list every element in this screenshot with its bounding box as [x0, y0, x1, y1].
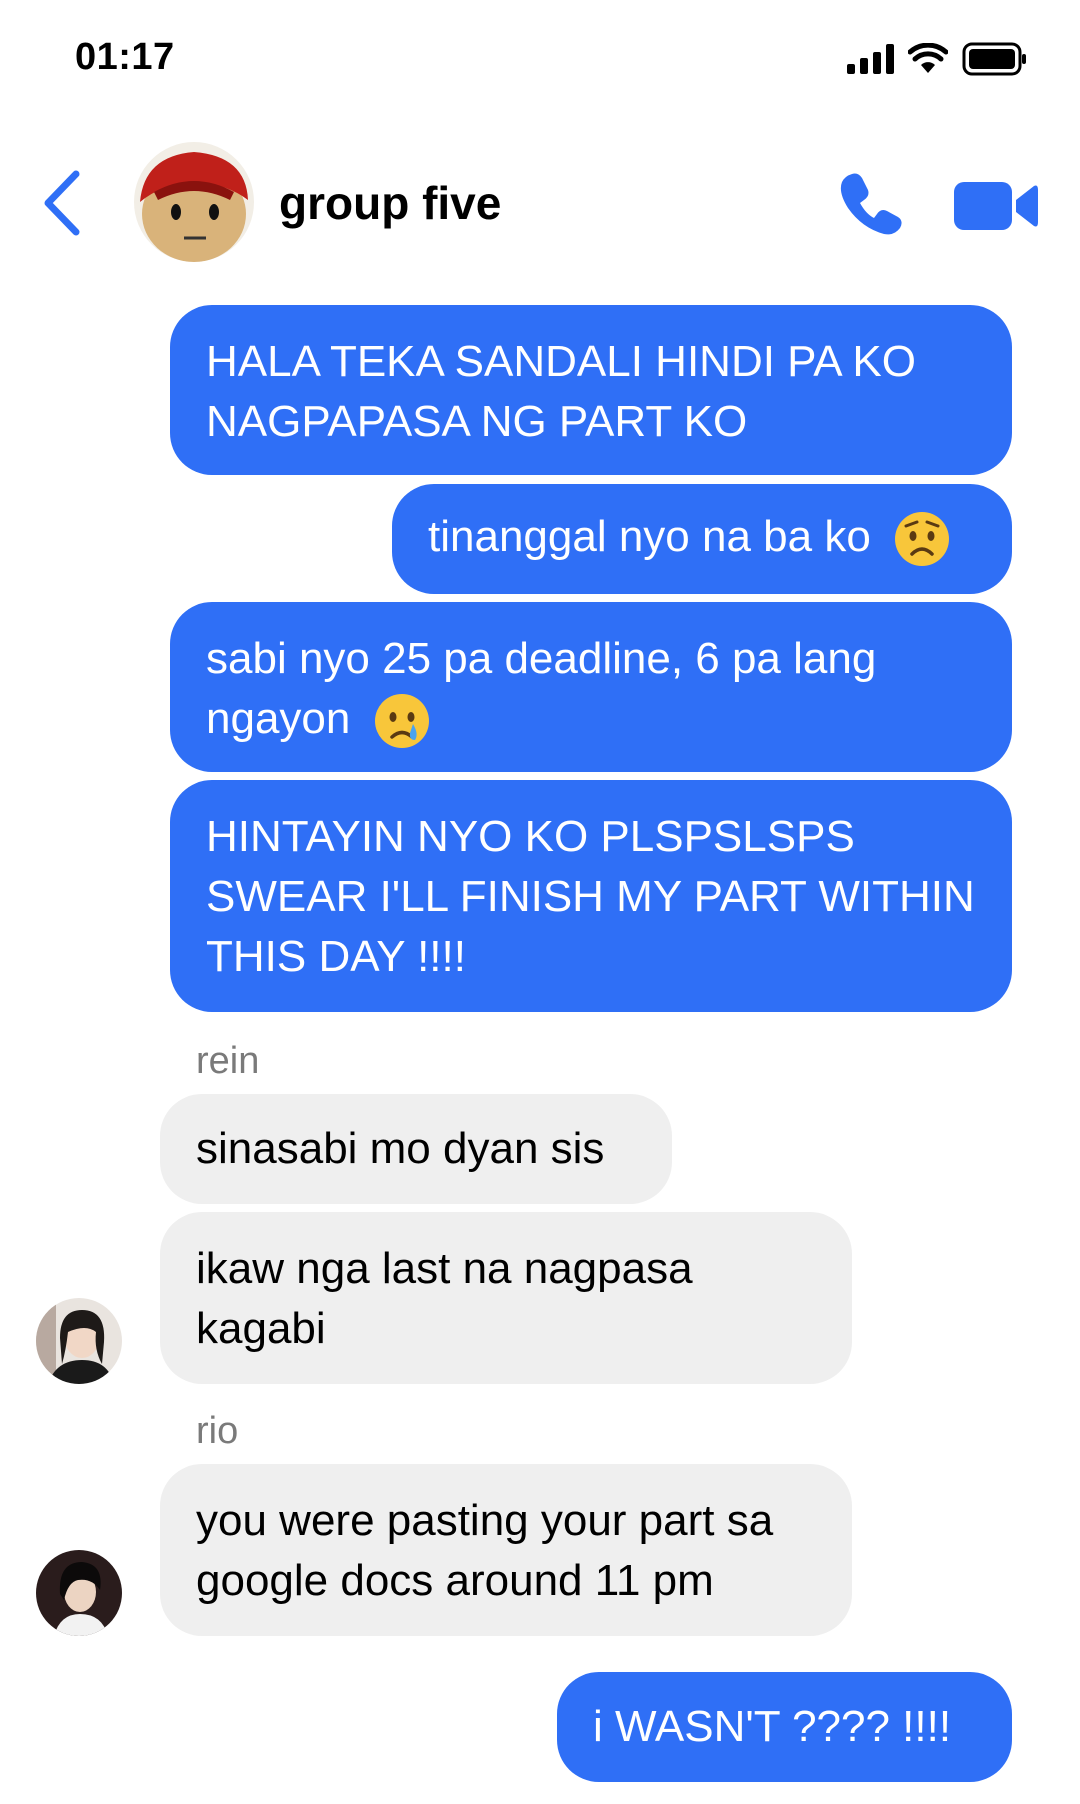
- message-text: tinanggal nyo na ba ko: [428, 512, 871, 561]
- avatar[interactable]: [36, 1550, 122, 1636]
- phone-icon[interactable]: [838, 170, 904, 236]
- incoming-message[interactable]: sinasabi mo dyan sis: [160, 1094, 672, 1204]
- outgoing-message[interactable]: HINTAYIN NYO KO PLSPSLSPS SWEAR I'LL FIN…: [170, 780, 1012, 1012]
- incoming-message[interactable]: you were pasting your part sa google doc…: [160, 1464, 852, 1636]
- status-time: 01:17: [75, 36, 175, 78]
- message-text: sabi nyo 25 pa deadline, 6 pa lang ngayo…: [206, 634, 877, 743]
- group-avatar[interactable]: [134, 142, 254, 262]
- status-icons: [847, 42, 1028, 76]
- outgoing-message[interactable]: i WASN'T ???? !!!!: [557, 1672, 1012, 1782]
- outgoing-message[interactable]: tinanggal nyo na ba ko: [392, 484, 1012, 594]
- message-text: i WASN'T ???? !!!!: [593, 1702, 952, 1751]
- message-text: HALA TEKA SANDALI HINDI PA KO NAGPAPASA …: [206, 337, 916, 446]
- sender-name: rio: [196, 1410, 239, 1452]
- message-text: you were pasting your part sa google doc…: [196, 1496, 774, 1605]
- message-text: ikaw nga last na nagpasa kagabi: [196, 1244, 693, 1353]
- incoming-message[interactable]: ikaw nga last na nagpasa kagabi: [160, 1212, 852, 1384]
- chat-title[interactable]: group five: [279, 176, 501, 230]
- message-text: sinasabi mo dyan sis: [196, 1124, 605, 1173]
- wifi-icon: [908, 43, 948, 73]
- outgoing-message[interactable]: sabi nyo 25 pa deadline, 6 pa lang ngayo…: [170, 602, 1012, 772]
- sender-name: rein: [196, 1040, 260, 1082]
- crying-face-emoji: [374, 694, 429, 749]
- chat-header: group five: [0, 138, 1080, 268]
- battery-icon: [962, 42, 1026, 76]
- avatar[interactable]: [36, 1298, 122, 1384]
- back-chevron-icon[interactable]: [40, 168, 84, 238]
- signal-icon: [847, 44, 894, 74]
- worried-face-emoji: [895, 512, 950, 567]
- outgoing-message[interactable]: HALA TEKA SANDALI HINDI PA KO NAGPAPASA …: [170, 305, 1012, 475]
- video-camera-icon[interactable]: [952, 178, 1038, 234]
- message-text: HINTAYIN NYO KO PLSPSLSPS SWEAR I'LL FIN…: [206, 812, 975, 981]
